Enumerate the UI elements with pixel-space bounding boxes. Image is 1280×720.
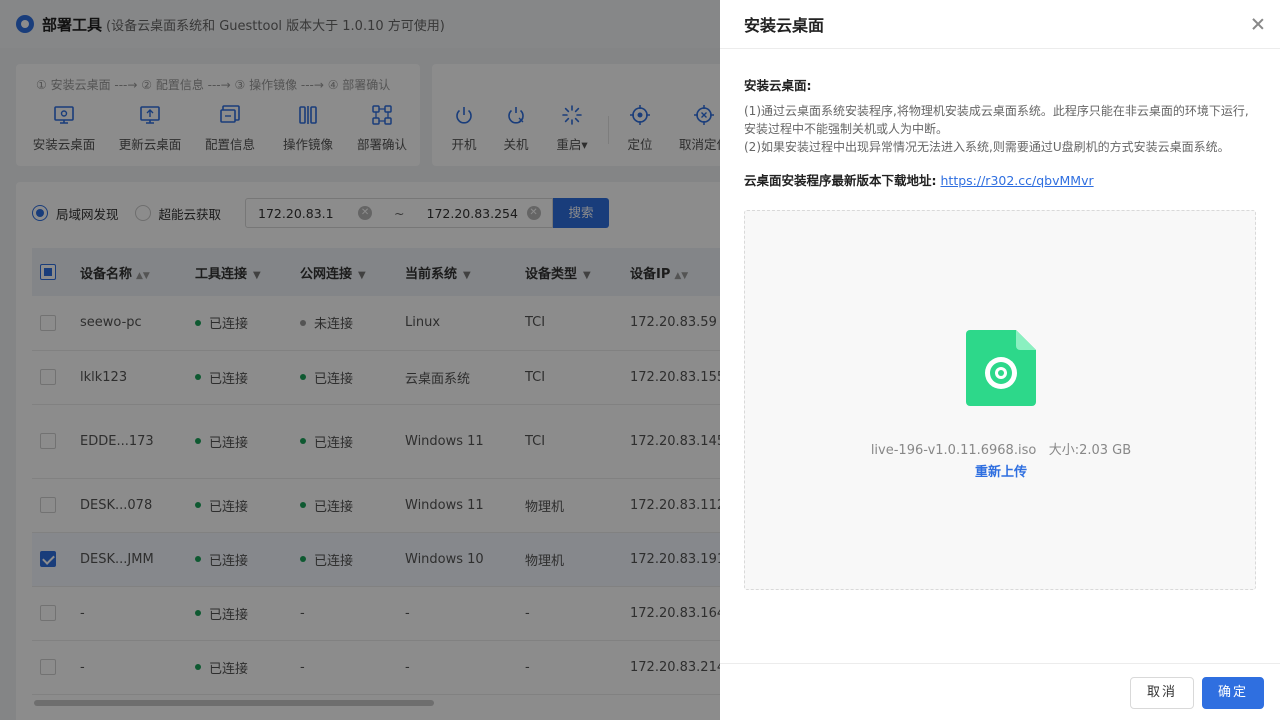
drawer-footer: 取消 确定 <box>720 663 1280 720</box>
iso-file-icon <box>966 330 1036 406</box>
drawer-header: 安装云桌面 <box>720 0 1280 49</box>
download-row: 云桌面安装程序最新版本下载地址: https://r302.cc/qbvMMvr <box>744 170 1256 189</box>
description: (1)通过云桌面系统安装程序,将物理机安装成云桌面系统。此程序只能在非云桌面的环… <box>744 102 1256 156</box>
file-info: live-196-v1.0.11.6968.iso 大小:2.03 GB <box>745 439 1257 458</box>
download-link[interactable]: https://r302.cc/qbvMMvr <box>941 173 1094 188</box>
confirm-button[interactable]: 确定 <box>1202 677 1264 709</box>
drawer-body: 安装云桌面: (1)通过云桌面系统安装程序,将物理机安装成云桌面系统。此程序只能… <box>744 49 1256 590</box>
upload-area[interactable]: live-196-v1.0.11.6968.iso 大小:2.03 GB 重新上… <box>744 210 1256 590</box>
reupload-link[interactable]: 重新上传 <box>745 461 1257 480</box>
section-title: 安装云桌面: <box>744 78 812 93</box>
drawer-title: 安装云桌面 <box>744 16 825 35</box>
file-size: 大小:2.03 GB <box>1048 443 1132 458</box>
description-line-1: (1)通过云桌面系统安装程序,将物理机安装成云桌面系统。此程序只能在非云桌面的环… <box>744 104 1249 136</box>
file-name: live-196-v1.0.11.6968.iso <box>870 443 1037 458</box>
close-icon[interactable] <box>1250 16 1266 32</box>
cancel-button[interactable]: 取消 <box>1130 677 1194 709</box>
download-label: 云桌面安装程序最新版本下载地址: <box>744 173 937 188</box>
install-desktop-drawer: 安装云桌面 安装云桌面: (1)通过云桌面系统安装程序,将物理机安装成云桌面系统… <box>720 0 1280 720</box>
description-line-2: (2)如果安装过程中出现异常情况无法进入系统,则需要通过U盘刷机的方式安装云桌面… <box>744 140 1230 154</box>
